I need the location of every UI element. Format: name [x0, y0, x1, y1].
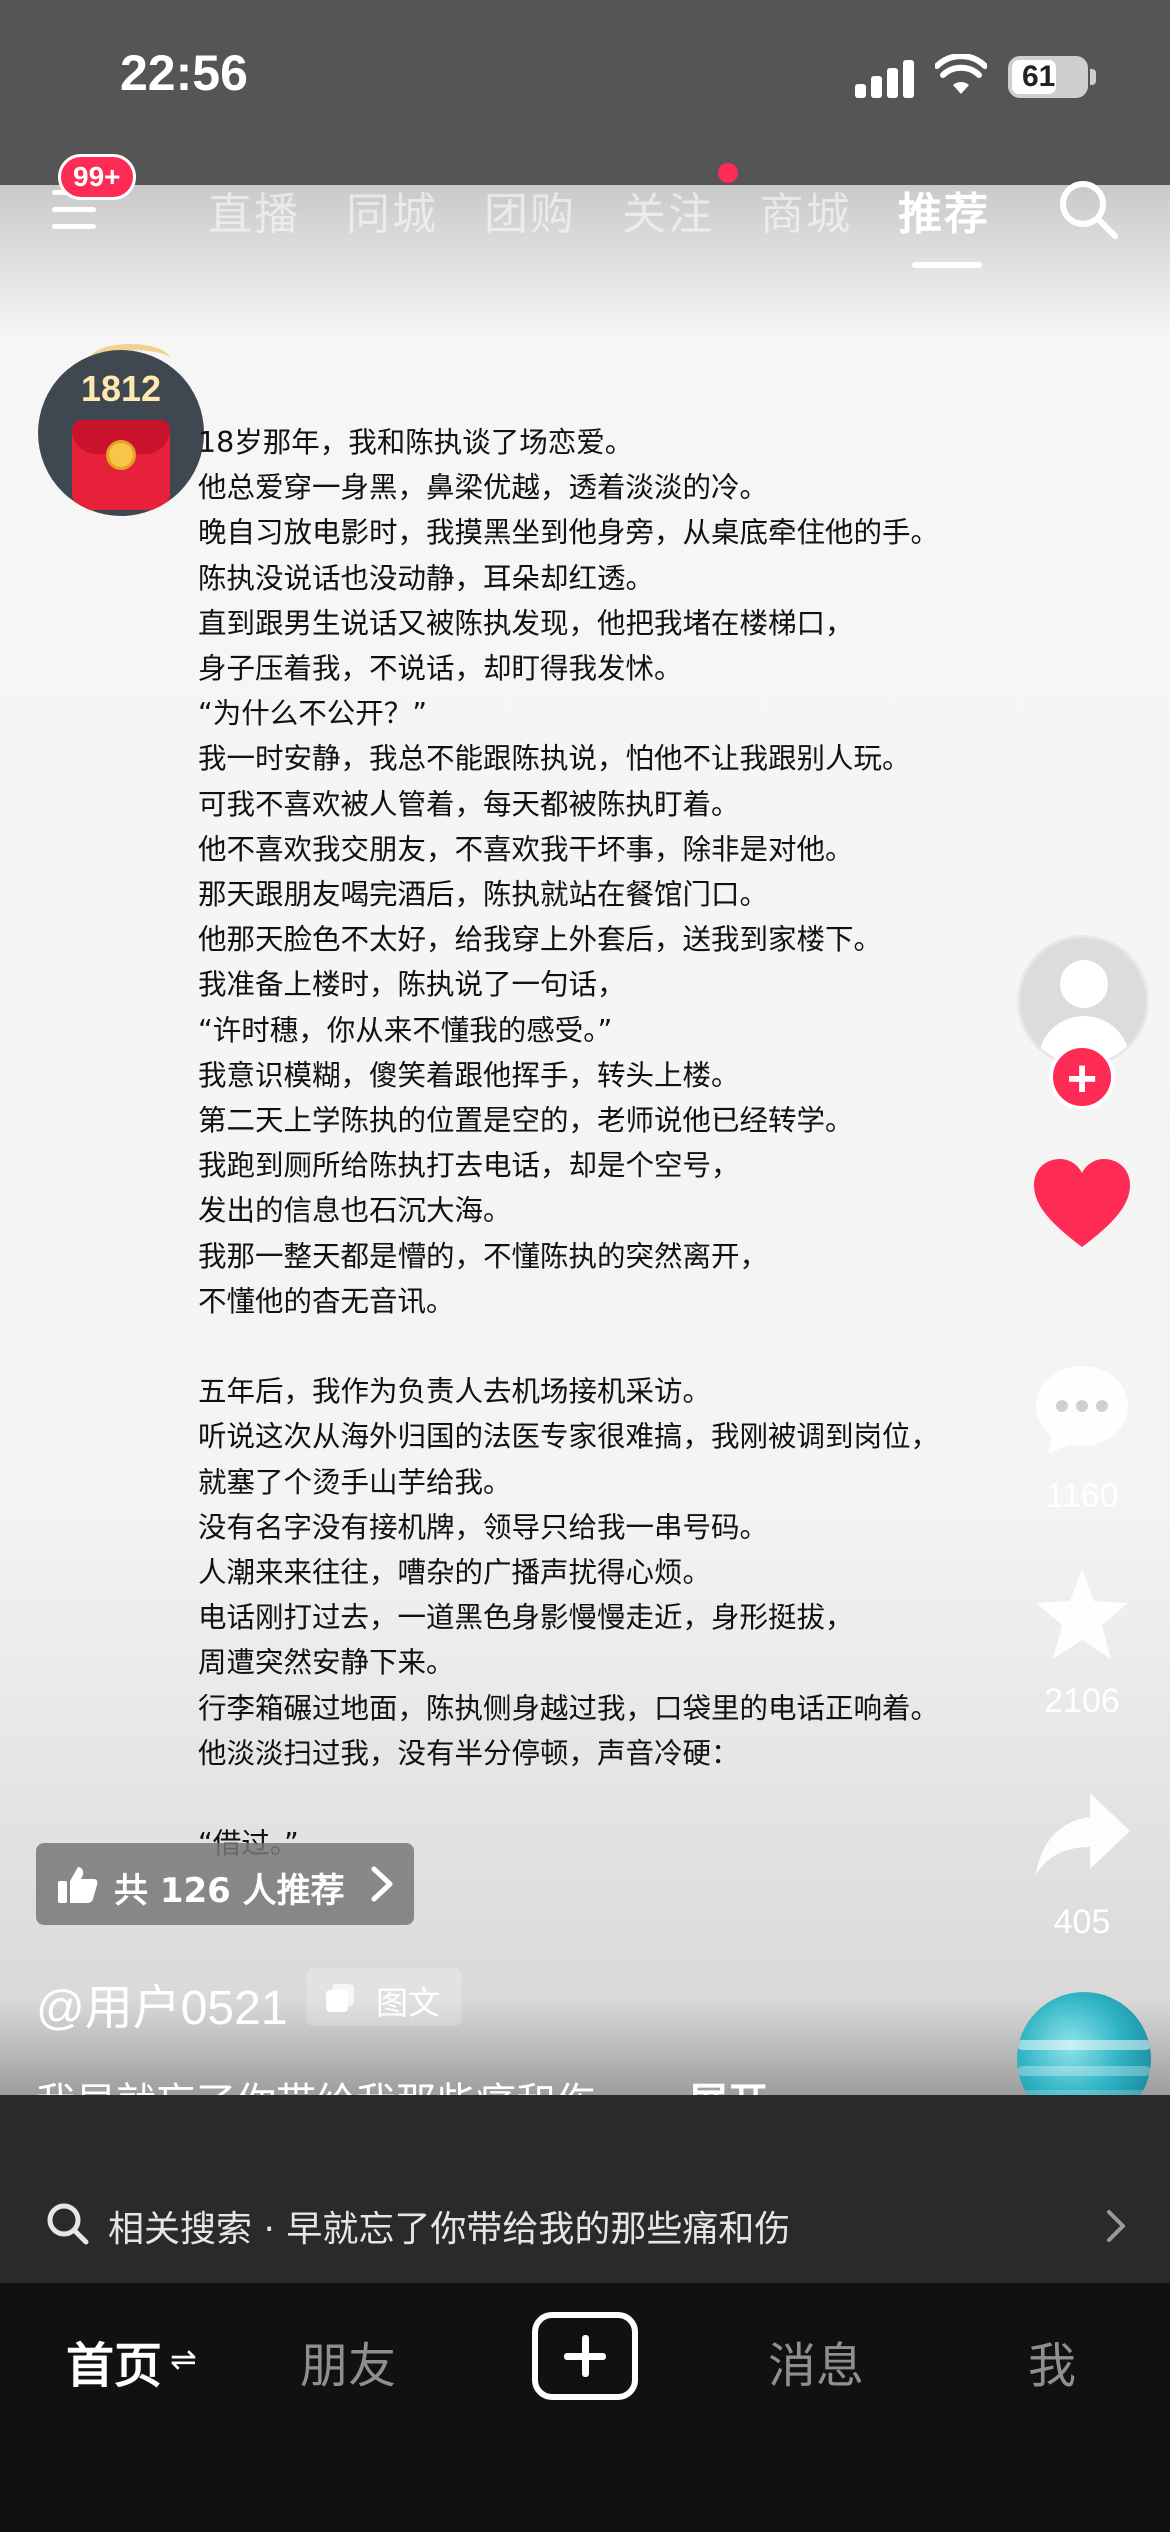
active-tab-indicator	[912, 262, 982, 268]
comment-count: 1160	[1045, 1477, 1119, 1515]
share-arrow-icon[interactable]	[1030, 1785, 1134, 1885]
tab-friends[interactable]: 朋友	[300, 2326, 396, 2396]
comment-icon[interactable]	[1030, 1360, 1134, 1460]
tab-nearby[interactable]: 同城	[346, 178, 438, 242]
story-text: 18岁那年，我和陈执谈了场恋爱。他总爱穿一身黑，鼻梁优越，透着淡淡的冷。晚自习放…	[198, 420, 958, 1866]
story-line: 我准备上楼时，陈执说了一句话，	[198, 968, 626, 1002]
story-line: 周遭突然安静下来。	[198, 1646, 455, 1680]
story-line: “许时穗，你从来不懂我的感受。”	[198, 1013, 613, 1047]
story-line: 陈执没说话也没动静，耳朵却红透。	[198, 561, 655, 595]
red-packet-avatar[interactable]: 1812	[38, 350, 204, 516]
swap-icon[interactable]: ⇌	[170, 2340, 197, 2378]
story-line: 电话刚打过去，一道黑色身影慢慢走近，身形挺拔，	[198, 1601, 854, 1635]
related-search-icon	[47, 2203, 89, 2245]
like-heart-icon[interactable]	[1030, 1155, 1134, 1255]
story-line: 他那天脸色不太好，给我穿上外套后，送我到家楼下。	[198, 923, 883, 957]
create-post-button[interactable]	[532, 2312, 638, 2400]
tab-messages[interactable]: 消息	[768, 2326, 864, 2396]
tab-group-buy[interactable]: 团购	[484, 178, 576, 242]
header-fade	[0, 185, 1170, 335]
post-type-label: 图文	[376, 1984, 441, 2022]
tab-me[interactable]: 我	[1028, 2326, 1076, 2396]
story-line: 就塞了个烫手山芋给我。	[198, 1465, 512, 1499]
story-line: 身子压着我，不说话，却盯得我发怵。	[198, 652, 683, 686]
story-line: 可我不喜欢被人管着，每天都被陈执盯着。	[198, 787, 740, 821]
feed-page: 22:56 61 99+ 直播 同城 团购 关注 商城 推荐 1812 18岁那…	[0, 0, 1170, 2532]
story-line: 他总爱穿一身黑，鼻梁优越，透着淡淡的冷。	[198, 471, 769, 505]
red-packet-count: 1812	[80, 368, 162, 409]
battery-nub	[1090, 69, 1096, 85]
story-line: 他淡淡扫过我，没有半分停顿，声音冷硬：	[198, 1736, 740, 1770]
story-line: 18岁那年，我和陈执谈了场恋爱。	[198, 426, 634, 459]
story-line: 直到跟男生说话又被陈执发现，他把我堵在楼梯口，	[198, 606, 854, 640]
story-line: 第二天上学陈执的位置是空的，老师说他已经转学。	[198, 1104, 854, 1138]
related-search-text[interactable]: 相关搜索 · 早就忘了你带给我的那些痛和伤	[108, 2200, 790, 2252]
tab-live[interactable]: 直播	[208, 178, 300, 242]
tab-following[interactable]: 关注	[622, 178, 714, 242]
story-line: 不懂他的杳无音讯。	[198, 1284, 455, 1318]
recommend-button[interactable]: 共 126 人推荐	[36, 1843, 414, 1925]
tab-home[interactable]: 首页	[66, 2326, 162, 2396]
battery-percent: 61	[1022, 60, 1056, 93]
story-line: 我一时安静，我总不能跟陈执说，怕他不让我跟别人玩。	[198, 742, 911, 776]
story-line	[198, 1776, 958, 1821]
wifi-icon	[935, 54, 987, 94]
story-line: 听说这次从海外归国的法医专家很难搞，我刚被调到岗位，	[198, 1420, 940, 1454]
tab-recommend[interactable]: 推荐	[898, 178, 990, 242]
recommend-label: 共 126 人推荐	[114, 1871, 345, 1911]
author-username[interactable]: @用户0521	[36, 1968, 288, 2038]
story-line: 没有名字没有接机牌，领导只给我一串号码。	[198, 1510, 769, 1544]
post-type-tag: 图文	[306, 1968, 462, 2026]
battery-icon: 61	[1008, 56, 1088, 98]
story-line: 行李箱碾过地面，陈执侧身越过我，口袋里的电话正响着。	[198, 1691, 940, 1725]
chevron-right-icon	[1107, 2210, 1125, 2242]
following-dot	[718, 163, 738, 183]
status-time: 22:56	[120, 45, 248, 101]
notification-badge: 99+	[58, 154, 136, 200]
red-packet-icon	[72, 420, 170, 510]
story-line	[198, 1324, 958, 1369]
favorite-star-icon[interactable]	[1030, 1565, 1134, 1665]
share-count: 405	[1053, 1903, 1111, 1941]
follow-button[interactable]: +	[1049, 1044, 1115, 1110]
favorite-count: 2106	[1044, 1682, 1120, 1720]
story-line: 晚自习放电影时，我摸黑坐到他身旁，从桌底牵住他的手。	[198, 516, 940, 550]
story-line: 他不喜欢我交朋友，不喜欢我干坏事，除非是对他。	[198, 832, 854, 866]
tab-mall[interactable]: 商城	[760, 178, 852, 242]
story-line: “为什么不公开？”	[198, 697, 428, 731]
story-line: 那天跟朋友喝完酒后，陈执就站在餐馆门口。	[198, 878, 769, 912]
story-line: 我意识模糊，傻笑着跟他挥手，转头上楼。	[198, 1058, 740, 1092]
story-line: 发出的信息也石沉大海。	[198, 1194, 512, 1228]
search-icon[interactable]	[1055, 176, 1121, 242]
story-line: 五年后，我作为负责人去机场接机采访。	[198, 1375, 712, 1409]
story-line: 我那一整天都是懵的，不懂陈执的突然离开，	[198, 1239, 769, 1273]
image-post-icon	[326, 1984, 354, 2012]
cellular-signal-icon	[855, 58, 915, 98]
story-line: 我跑到厕所给陈执打去电话，却是个空号，	[198, 1149, 740, 1183]
chevron-right-icon	[371, 1866, 393, 1902]
story-line: 人潮来来往往，嘈杂的广播声扰得心烦。	[198, 1556, 712, 1590]
thumbs-up-icon	[58, 1867, 98, 1903]
